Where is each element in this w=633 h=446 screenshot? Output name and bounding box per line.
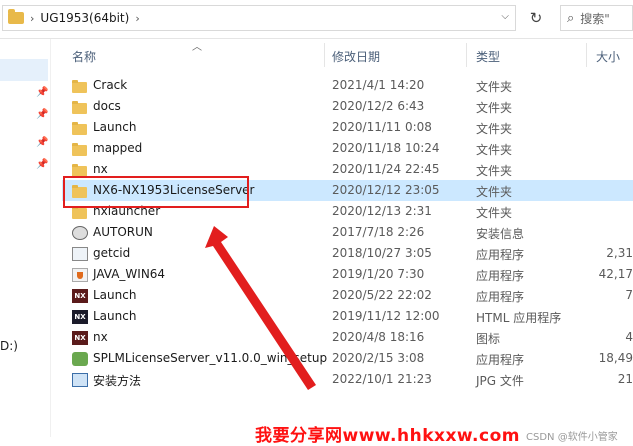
annotation-arrow: [205, 226, 316, 390]
watermark-text: 我要分享网www.hhkxxw.com: [255, 426, 520, 446]
arrow-shape: [205, 226, 316, 390]
watermark-csdn: CSDN @软件小管家: [526, 432, 618, 443]
